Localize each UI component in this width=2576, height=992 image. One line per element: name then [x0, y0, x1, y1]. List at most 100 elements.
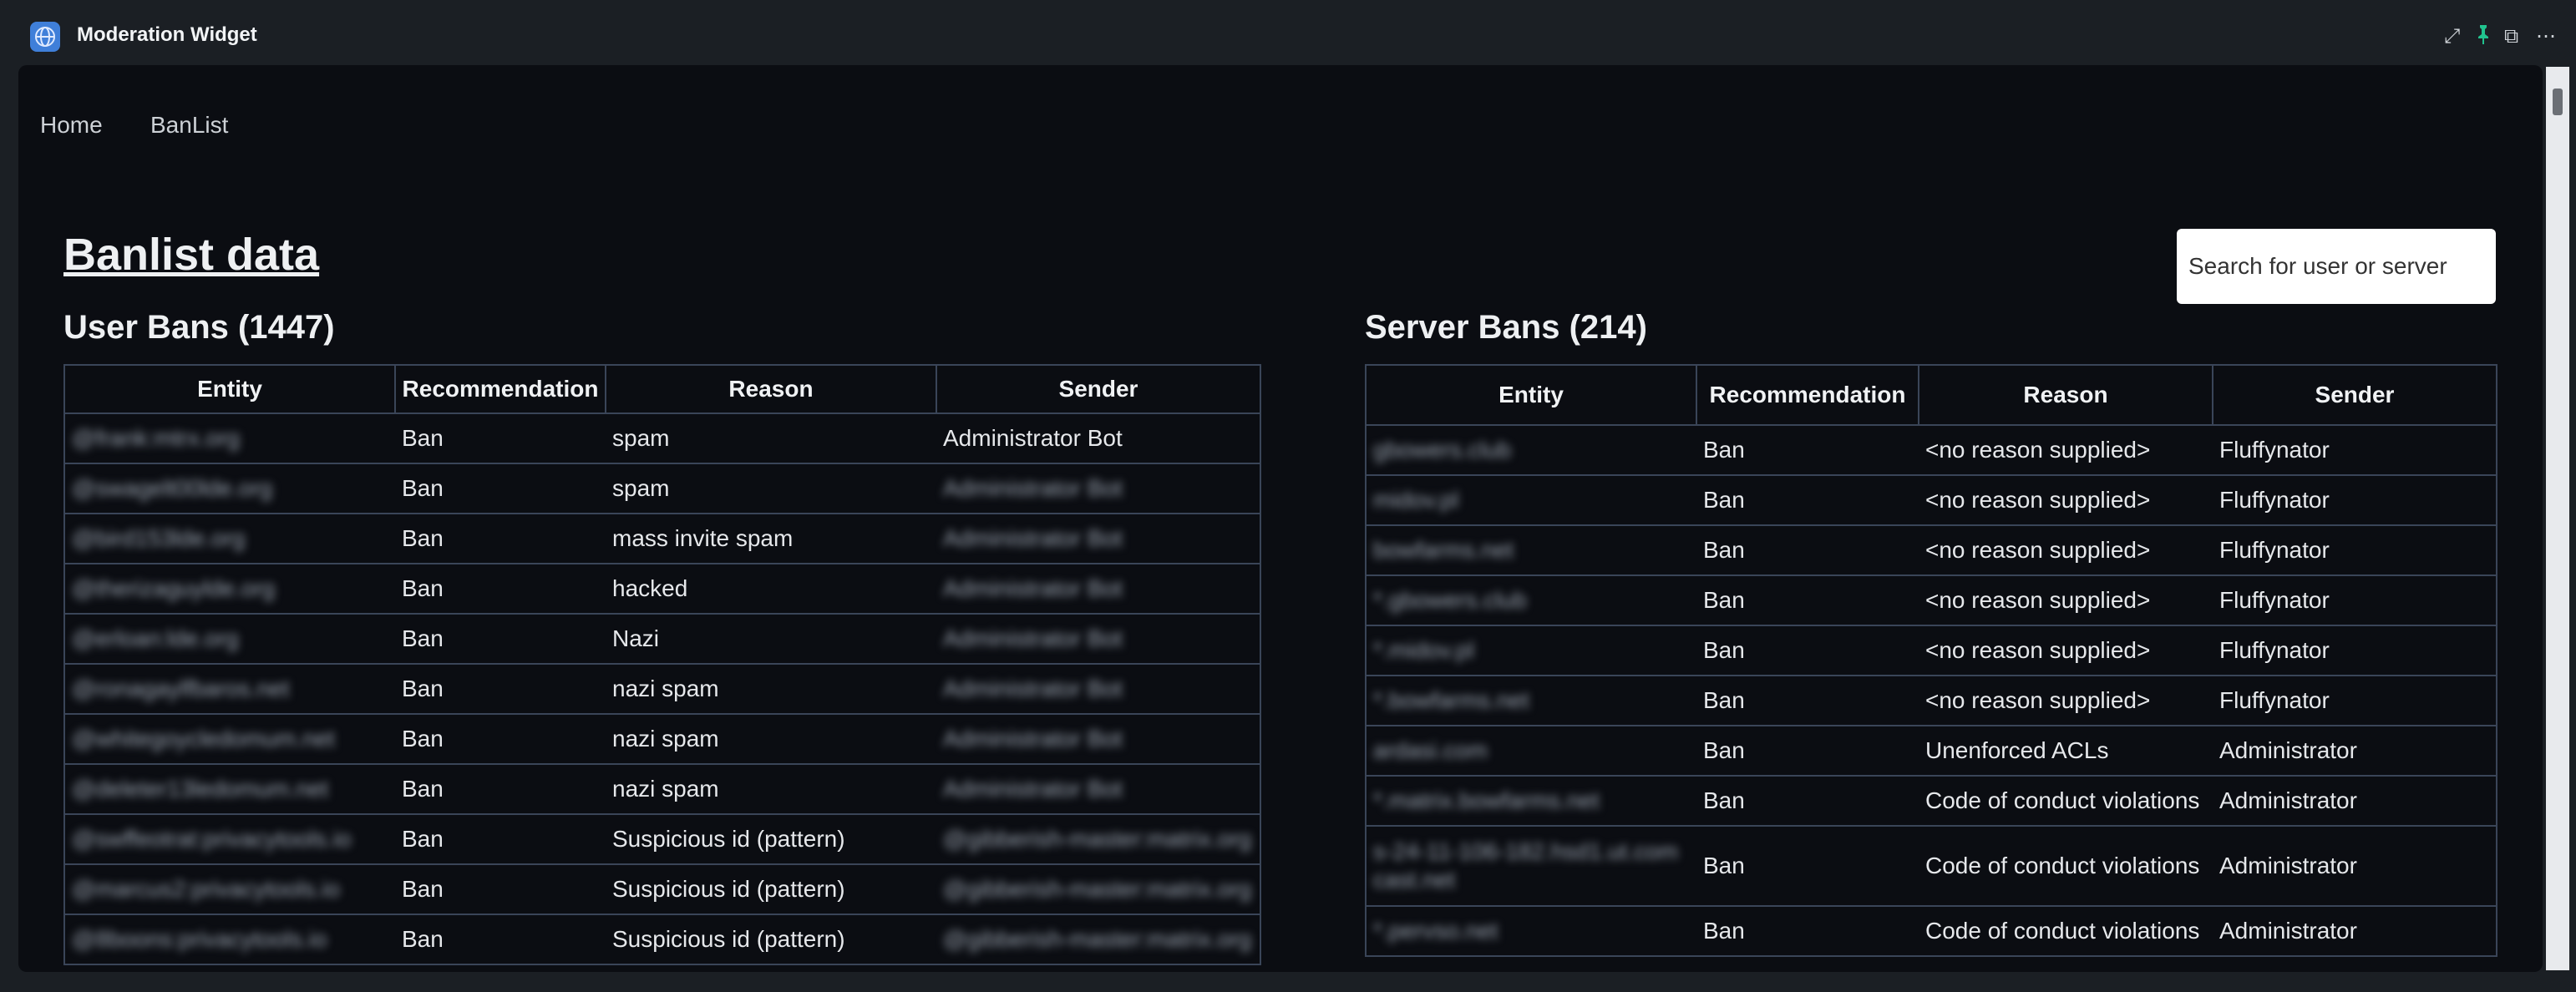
reason-cell: spam	[606, 412, 936, 464]
entity-cell: s-24-11-106-182.hsd1.ut.com cast.net	[1365, 825, 1696, 907]
column-header-recommendation[interactable]: Recommendation	[1696, 364, 1919, 426]
entity-cell: @swagelt00lde.org	[63, 463, 395, 514]
table-row[interactable]: @whitegoycledomum.net Ban nazi spam Adminis…	[63, 713, 1261, 765]
entity-cell: @therizaguylde.org	[63, 563, 395, 615]
reason-cell: Suspicious id (pattern)	[606, 813, 936, 865]
reason-cell: <no reason supplied>	[1919, 524, 2213, 576]
sender-cell: Administrator	[2213, 775, 2497, 827]
reason-cell: Suspicious id (pattern)	[606, 863, 936, 915]
sender-cell: Administrator Bot	[936, 663, 1261, 715]
server-bans-title: Server Bans (214)	[1365, 309, 1647, 346]
page-title: Banlist data	[63, 230, 320, 280]
table-row[interactable]: @deleter13ledomum.net Ban nazi spam Adminis…	[63, 763, 1261, 815]
sender-cell: Fluffynator	[2213, 675, 2497, 726]
entity-cell: *.matrix.bowfarms.net	[1365, 775, 1696, 827]
entity-cell: *.bowfarms.net	[1365, 675, 1696, 726]
entity-cell: midov.pl	[1365, 474, 1696, 526]
recommendation-cell: Ban	[395, 613, 606, 665]
recommendation-cell: Ban	[1696, 725, 1919, 777]
entity-cell: @erloan:lde.org	[63, 613, 395, 665]
entity-cell: *.gbowers.club	[1365, 574, 1696, 626]
sender-cell: Administrator	[2213, 825, 2497, 907]
reason-cell: Unenforced ACLs	[1919, 725, 2213, 777]
recommendation-cell: Ban	[1696, 625, 1919, 676]
column-header-reason[interactable]: Reason	[1918, 364, 2213, 426]
window-titlebar: Moderation Widget ⤢ ⧉ ⋯	[0, 0, 2576, 73]
entity-cell: @frank:mtrx.org	[63, 412, 395, 464]
sender-cell: Administrator	[2213, 905, 2497, 957]
table-row[interactable]: *.bowfarms.net Ban <no reason supplied> Flu…	[1365, 675, 2497, 726]
recommendation-cell: Ban	[395, 863, 606, 915]
sender-cell: Administrator	[2213, 725, 2497, 777]
sender-cell: @gibberish-master:matrix.org	[936, 813, 1261, 865]
recommendation-cell: Ban	[1696, 574, 1919, 626]
reason-cell: Code of conduct violations	[1919, 905, 2213, 957]
table-row[interactable]: @8boons:privacytools.io Ban Suspicious id …	[63, 914, 1261, 965]
sender-cell: Fluffynator	[2213, 524, 2497, 576]
table-row[interactable]: @swagelt00lde.org Ban spam Administrator Bo…	[63, 463, 1261, 514]
column-header-reason[interactable]: Reason	[605, 364, 937, 414]
entity-cell: gbowers.club	[1365, 424, 1696, 476]
table-row[interactable]: @marcus2:privacytools.io Ban Suspicious id…	[63, 863, 1261, 915]
sender-cell: Administrator Bot	[936, 513, 1261, 564]
recommendation-cell: Ban	[395, 813, 606, 865]
table-row[interactable]: s-24-11-106-182.hsd1.ut.com cast.net Ban C…	[1365, 825, 2497, 907]
sender-cell: Administrator Bot	[936, 412, 1261, 464]
table-row[interactable]: @frank:mtrx.org Ban spam Administrator Bot	[63, 412, 1261, 464]
entity-cell: @swffeotrat:privacytools.io	[63, 813, 395, 865]
entity-cell: @ronagaylfbaros.net	[63, 663, 395, 715]
reason-cell: <no reason supplied>	[1919, 675, 2213, 726]
entity-cell: @8boons:privacytools.io	[63, 914, 395, 965]
entity-cell: @bird153lde.org	[63, 513, 395, 564]
search-input[interactable]	[2177, 229, 2496, 304]
pin-icon[interactable]	[2476, 23, 2491, 53]
popout-icon[interactable]: ⧉	[2504, 23, 2518, 50]
table-row[interactable]: @therizaguylde.org Ban hacked Administrator…	[63, 563, 1261, 615]
table-row[interactable]: *.matrix.bowfarms.net Ban Code of conduct …	[1365, 775, 2497, 827]
reason-cell: Code of conduct violations	[1919, 825, 2213, 907]
table-row[interactable]: @bird153lde.org Ban mass invite spam Admini…	[63, 513, 1261, 564]
reason-cell: <no reason supplied>	[1919, 424, 2213, 476]
scrollbar-thumb[interactable]	[2553, 89, 2563, 115]
sender-cell: Fluffynator	[2213, 625, 2497, 676]
column-header-entity[interactable]: Entity	[63, 364, 396, 414]
reason-cell: <no reason supplied>	[1919, 625, 2213, 676]
table-row[interactable]: *.midov.pl Ban <no reason supplied> Fluffyn…	[1365, 625, 2497, 676]
sender-cell: Fluffynator	[2213, 474, 2497, 526]
table-header-row: Entity Recommendation Reason Sender	[1365, 364, 2497, 426]
table-row[interactable]: bowfarms.net Ban <no reason supplied> Fluff…	[1365, 524, 2497, 576]
sender-cell: @gibberish-master:matrix.org	[936, 914, 1261, 965]
more-options-icon[interactable]: ⋯	[2536, 23, 2556, 50]
table-row[interactable]: *.pervso.net Ban Code of conduct violation…	[1365, 905, 2497, 957]
recommendation-cell: Ban	[1696, 775, 1919, 827]
maximize-icon[interactable]: ⤢	[2444, 23, 2460, 50]
sender-cell: @gibberish-master:matrix.org	[936, 863, 1261, 915]
recommendation-cell: Ban	[1696, 424, 1919, 476]
recommendation-cell: Ban	[395, 412, 606, 464]
column-header-recommendation[interactable]: Recommendation	[394, 364, 606, 414]
table-row[interactable]: *.gbowers.club Ban <no reason supplied> Flu…	[1365, 574, 2497, 626]
reason-cell: <no reason supplied>	[1919, 474, 2213, 526]
column-header-sender[interactable]: Sender	[2212, 364, 2497, 426]
column-header-sender[interactable]: Sender	[936, 364, 1261, 414]
table-row[interactable]: ardasi.com Ban Unenforced ACLs Administrato…	[1365, 725, 2497, 777]
reason-cell: Suspicious id (pattern)	[606, 914, 936, 965]
column-header-entity[interactable]: Entity	[1365, 364, 1697, 426]
table-row[interactable]: gbowers.club Ban <no reason supplied> Fluff…	[1365, 424, 2497, 476]
table-row[interactable]: @erloan:lde.org Ban Nazi Administrator Bot	[63, 613, 1261, 665]
server-bans-table: Entity Recommendation Reason Sender gbow…	[1365, 364, 2497, 957]
sender-cell: Fluffynator	[2213, 574, 2497, 626]
table-row[interactable]: @ronagaylfbaros.net Ban nazi spam Administr…	[63, 663, 1261, 715]
widget-content: Home BanList Banlist data User Bans (144…	[18, 65, 2543, 972]
entity-cell: bowfarms.net	[1365, 524, 1696, 576]
table-row[interactable]: midov.pl Ban <no reason supplied> Fluffynat…	[1365, 474, 2497, 526]
table-row[interactable]: @swffeotrat:privacytools.io Ban Suspicious…	[63, 813, 1261, 865]
reason-cell: Code of conduct violations	[1919, 775, 2213, 827]
recommendation-cell: Ban	[395, 763, 606, 815]
vertical-scrollbar[interactable]	[2546, 67, 2569, 970]
nav-banlist-link[interactable]: BanList	[150, 112, 228, 139]
sender-cell: Fluffynator	[2213, 424, 2497, 476]
entity-cell: *.midov.pl	[1365, 625, 1696, 676]
nav-home-link[interactable]: Home	[40, 112, 103, 139]
entity-cell: @deleter13ledomum.net	[63, 763, 395, 815]
